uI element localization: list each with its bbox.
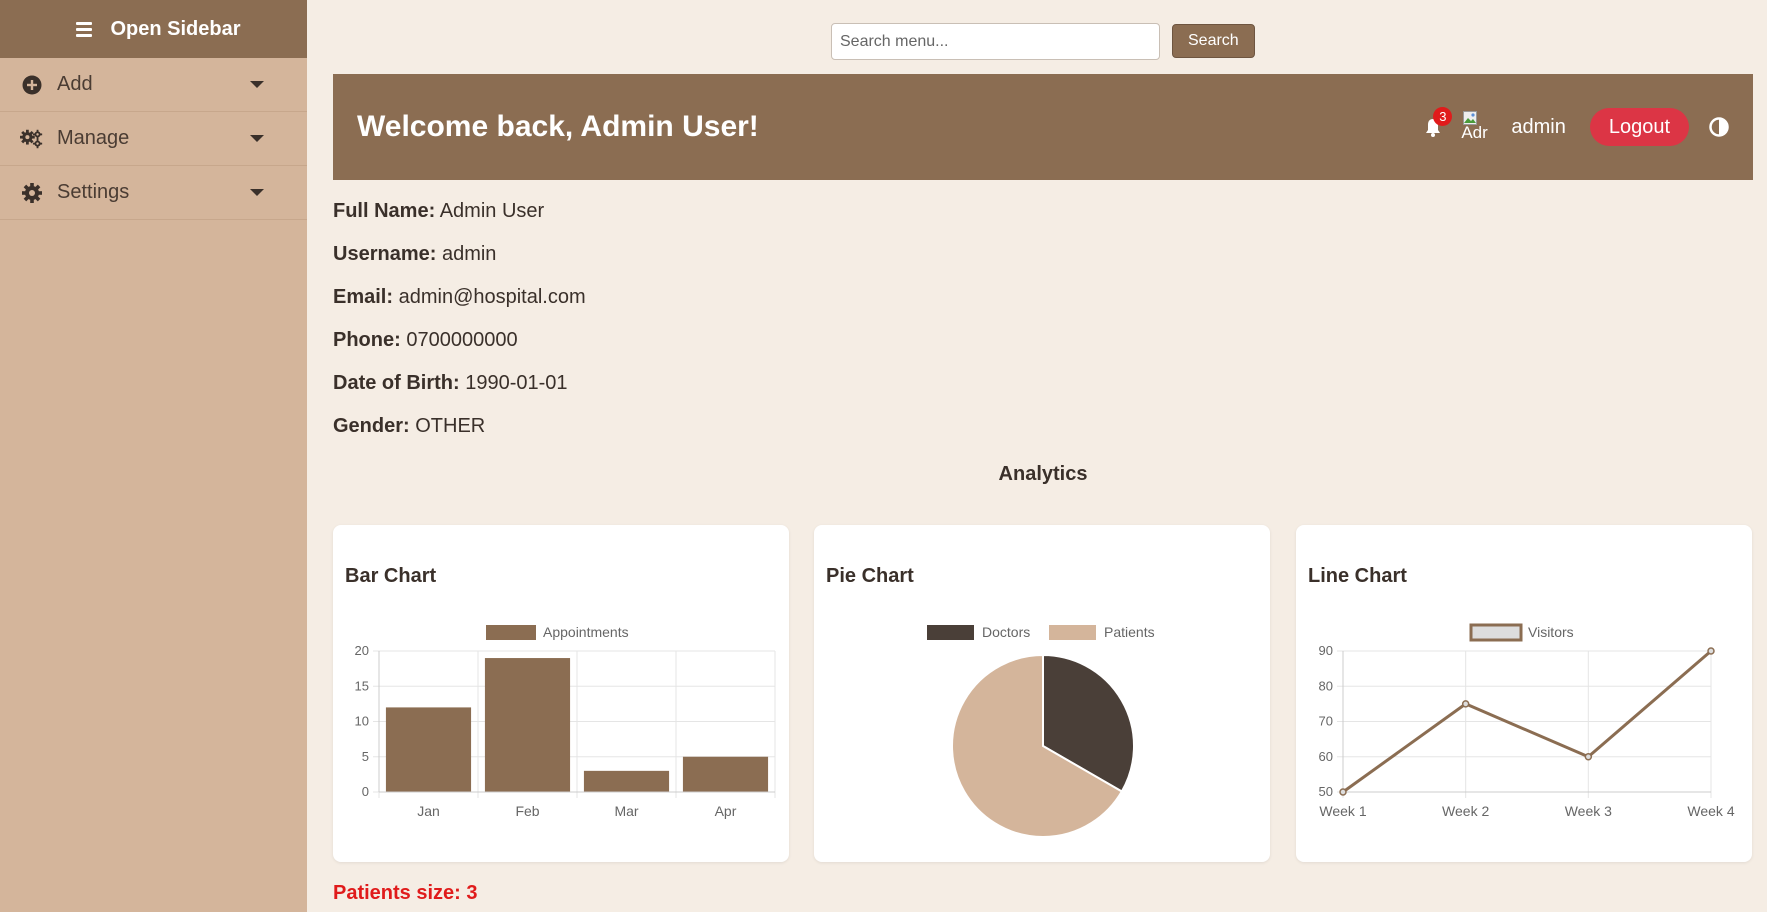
data-point-week-3: [1584, 753, 1593, 761]
theme-toggle-icon[interactable]: [1709, 117, 1729, 137]
x-tick-label: Mar: [614, 803, 638, 819]
welcome-heading: Welcome back, Admin User!: [357, 110, 759, 143]
legend-swatch-visitors: [1469, 623, 1523, 642]
search-bar: Search: [831, 23, 1255, 60]
field-label: Date of Birth:: [333, 372, 460, 394]
caret-down-icon: [250, 135, 264, 142]
search-button[interactable]: Search: [1172, 24, 1255, 58]
y-tick-label: 70: [1319, 714, 1333, 729]
sidebar-title: Open Sidebar: [110, 17, 241, 40]
x-tick-label: Week 3: [1565, 803, 1612, 819]
sidebar-item-label: Add: [57, 73, 93, 95]
sidebar-item-label: Settings: [57, 181, 130, 203]
y-tick-label: 20: [355, 643, 369, 658]
search-input[interactable]: [831, 23, 1160, 60]
y-tick-label: 10: [355, 714, 369, 729]
bar-feb: [484, 658, 571, 792]
x-tick-label: Feb: [515, 803, 539, 819]
patients-size-label: Patients size: 3: [333, 882, 478, 904]
profile-row-gender: Gender: OTHER: [333, 415, 586, 458]
profile-row-username: Username: admin: [333, 243, 586, 286]
legend-swatch-doctors: [927, 625, 974, 640]
sidebar-item-settings[interactable]: Settings: [0, 166, 307, 220]
y-tick-label: 0: [362, 784, 369, 799]
field-value: 0700000000: [406, 329, 518, 351]
profile-row-email: Email: admin@hospital.com: [333, 286, 586, 329]
field-label: Email:: [333, 286, 394, 308]
field-value: 1990-01-01: [465, 372, 568, 394]
x-tick-label: Week 2: [1442, 803, 1489, 819]
legend-label: Doctors: [982, 624, 1030, 640]
bar-chart-card: Bar Chart Appointments 0 5 10 15 20 Jan Feb Mar A…: [333, 525, 789, 862]
bar-apr: [682, 756, 769, 792]
y-tick-label: 15: [355, 678, 369, 693]
hamburger-icon: [76, 22, 93, 37]
y-tick-label: 80: [1319, 678, 1333, 693]
line-chart: Visitors 50 60 70 80 90 Week 1 Week 2 Week 3 Week…: [1319, 623, 1735, 819]
username-label: admin: [1511, 115, 1566, 138]
line-chart-card: Line Chart Visitors 50 60 70 80 90 Week 1 Week …: [1296, 525, 1752, 862]
welcome-banner: Welcome back, Admin User! 3 Adr admin Lo…: [333, 74, 1753, 180]
field-label: Gender:: [333, 415, 410, 437]
legend-swatch-appointments: [486, 625, 536, 640]
open-sidebar-button[interactable]: Open Sidebar: [0, 0, 307, 58]
y-tick-label: 5: [362, 749, 369, 764]
plus-circle-icon: [20, 73, 44, 97]
bar-jan: [385, 707, 472, 792]
data-point-week-4: [1707, 647, 1715, 655]
bar-mar: [583, 770, 670, 792]
pie-chart: Doctors Patients: [927, 624, 1155, 838]
field-value: Admin User: [439, 200, 545, 222]
sidebar-item-label: Manage: [57, 127, 130, 149]
y-tick-label: 60: [1319, 749, 1333, 764]
data-point-week-2: [1461, 700, 1470, 708]
y-tick-label: 50: [1319, 784, 1333, 799]
avatar-alt-text: Adr: [1461, 123, 1488, 142]
caret-down-icon: [250, 189, 264, 196]
notifications-button[interactable]: 3: [1425, 107, 1453, 138]
x-tick-label: Week 1: [1319, 803, 1366, 819]
profile-row-dob: Date of Birth: 1990-01-01: [333, 372, 586, 415]
analytics-heading: Analytics: [998, 463, 1088, 485]
x-tick-label: Apr: [715, 803, 737, 819]
legend-label: Patients: [1104, 624, 1155, 640]
field-value: admin: [441, 243, 497, 265]
field-label: Full Name:: [333, 200, 436, 222]
legend-swatch-patients: [1049, 625, 1096, 640]
gear-icon: [20, 181, 44, 205]
cogs-icon: [20, 127, 44, 151]
profile-row-full-name: Full Name: Admin User: [333, 200, 586, 243]
field-label: Username:: [333, 243, 437, 265]
data-point-week-1: [1339, 788, 1347, 796]
y-tick-label: 90: [1319, 643, 1333, 658]
field-label: Phone:: [333, 329, 401, 351]
x-tick-label: Week 4: [1687, 803, 1734, 819]
x-tick-label: Jan: [417, 803, 440, 819]
sidebar: Open Sidebar Add Manage Settings: [0, 0, 307, 912]
field-value: OTHER: [415, 415, 486, 437]
logout-button[interactable]: Logout: [1589, 108, 1689, 146]
field-value: admin@hospital.com: [398, 286, 586, 308]
legend-label: Visitors: [1528, 624, 1574, 640]
notification-badge: 3: [1433, 107, 1453, 126]
pie-chart-card: Pie Chart Doctors Patients: [814, 525, 1270, 862]
sidebar-item-add[interactable]: Add: [0, 58, 307, 112]
avatar[interactable]: Adr: [1461, 109, 1497, 145]
bar-chart: Appointments 0 5 10 15 20 Jan Feb Mar Apr: [355, 624, 776, 819]
caret-down-icon: [250, 81, 264, 88]
profile-row-phone: Phone: 0700000000: [333, 329, 586, 372]
sidebar-item-manage[interactable]: Manage: [0, 112, 307, 166]
legend-label: Appointments: [543, 624, 629, 640]
profile-info: Full Name: Admin User Username: admin Em…: [333, 200, 586, 458]
